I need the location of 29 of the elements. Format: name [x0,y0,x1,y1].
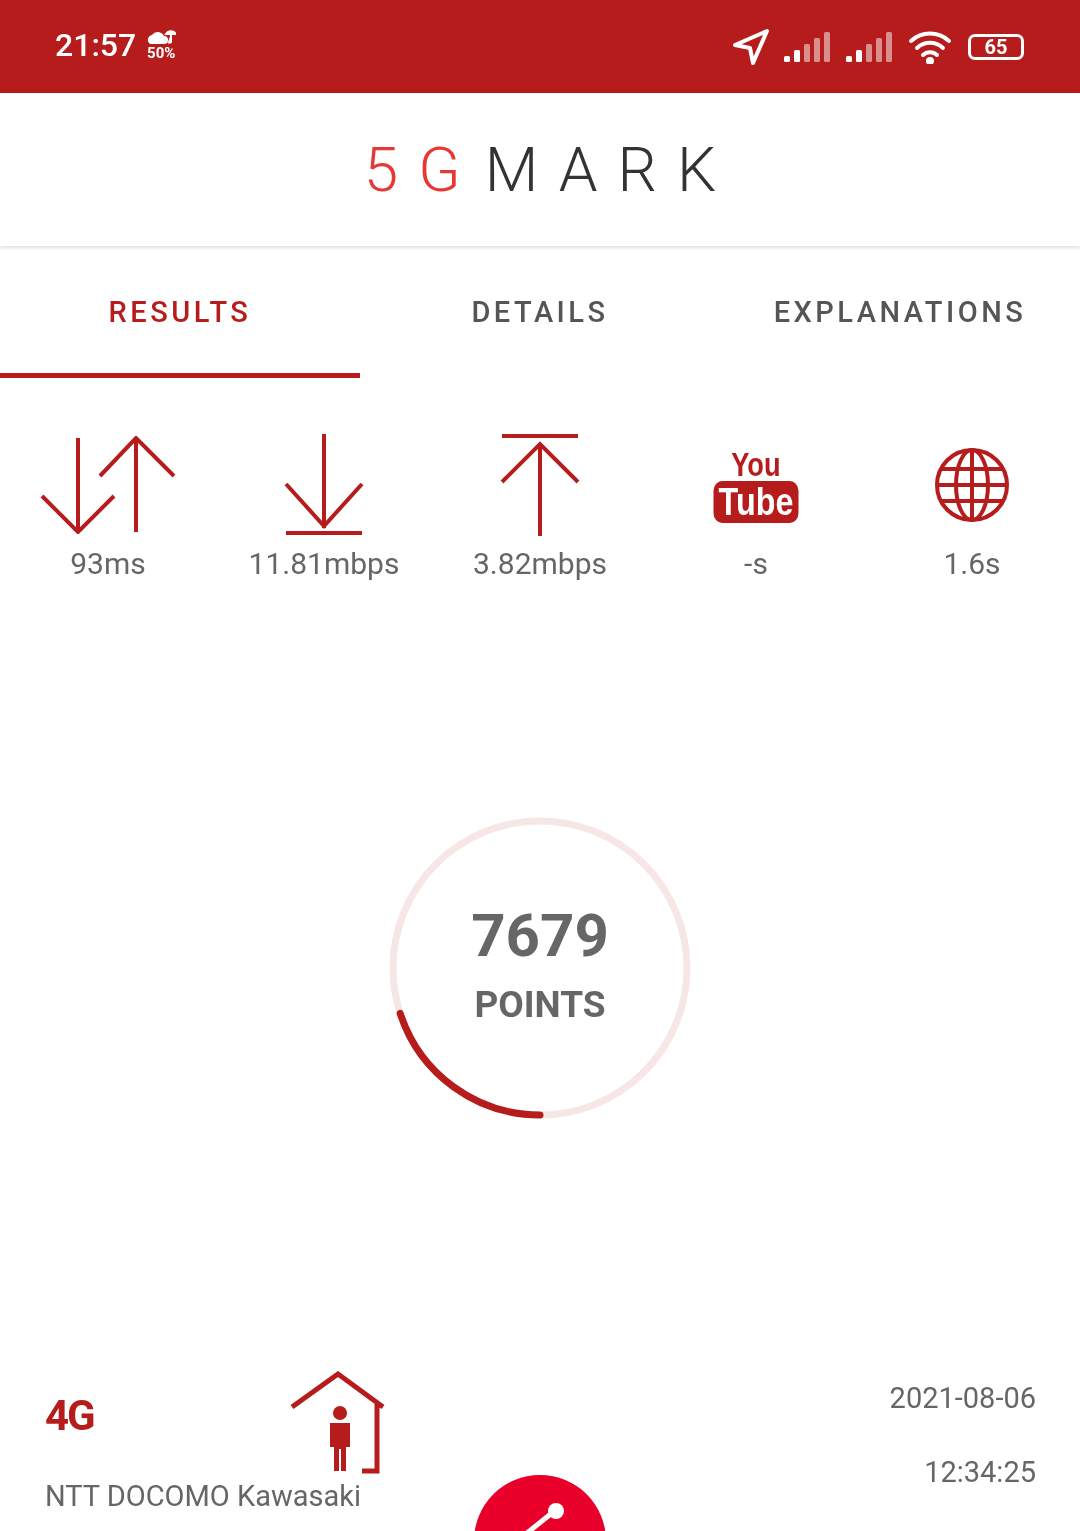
metric-value: 93ms [70,546,146,581]
metric-value: 1.6s [943,546,1001,581]
test-time: 12:34:25 [924,1455,1036,1489]
battery-icon: 65 [968,33,1024,60]
clock: 21:57 [55,25,137,64]
transfer-arrows-icon [40,436,176,534]
metric-value: 11.81mbps [248,546,400,581]
score-unit: POINTS [474,983,606,1026]
youtube-logo: You Tube [706,447,806,523]
humidity: 50% [147,46,176,61]
signal-icon [846,31,894,62]
download-icon [284,434,364,536]
globe-icon [934,447,1010,523]
tab[interactable]: DETAILS [360,246,720,378]
network-type: 4G [45,1391,95,1440]
tab[interactable]: EXPLANATIONS [720,246,1080,378]
upload-icon [500,434,580,536]
tab[interactable]: RESULTS [0,246,360,378]
test-date: 2021-08-06 [889,1381,1036,1415]
operator-location: NTT DOCOMO Kawasaki [45,1479,363,1513]
score-value: 7679 [471,900,609,971]
weather-icon [146,28,177,46]
indoor-person-icon [290,1371,386,1475]
wifi-icon [908,29,954,64]
signal-icon [784,31,832,62]
metric-value: 3.82mbps [473,546,607,581]
location-icon [732,27,770,66]
metric-value: -s [744,546,768,581]
app-logo: 5G MARK [362,133,737,206]
